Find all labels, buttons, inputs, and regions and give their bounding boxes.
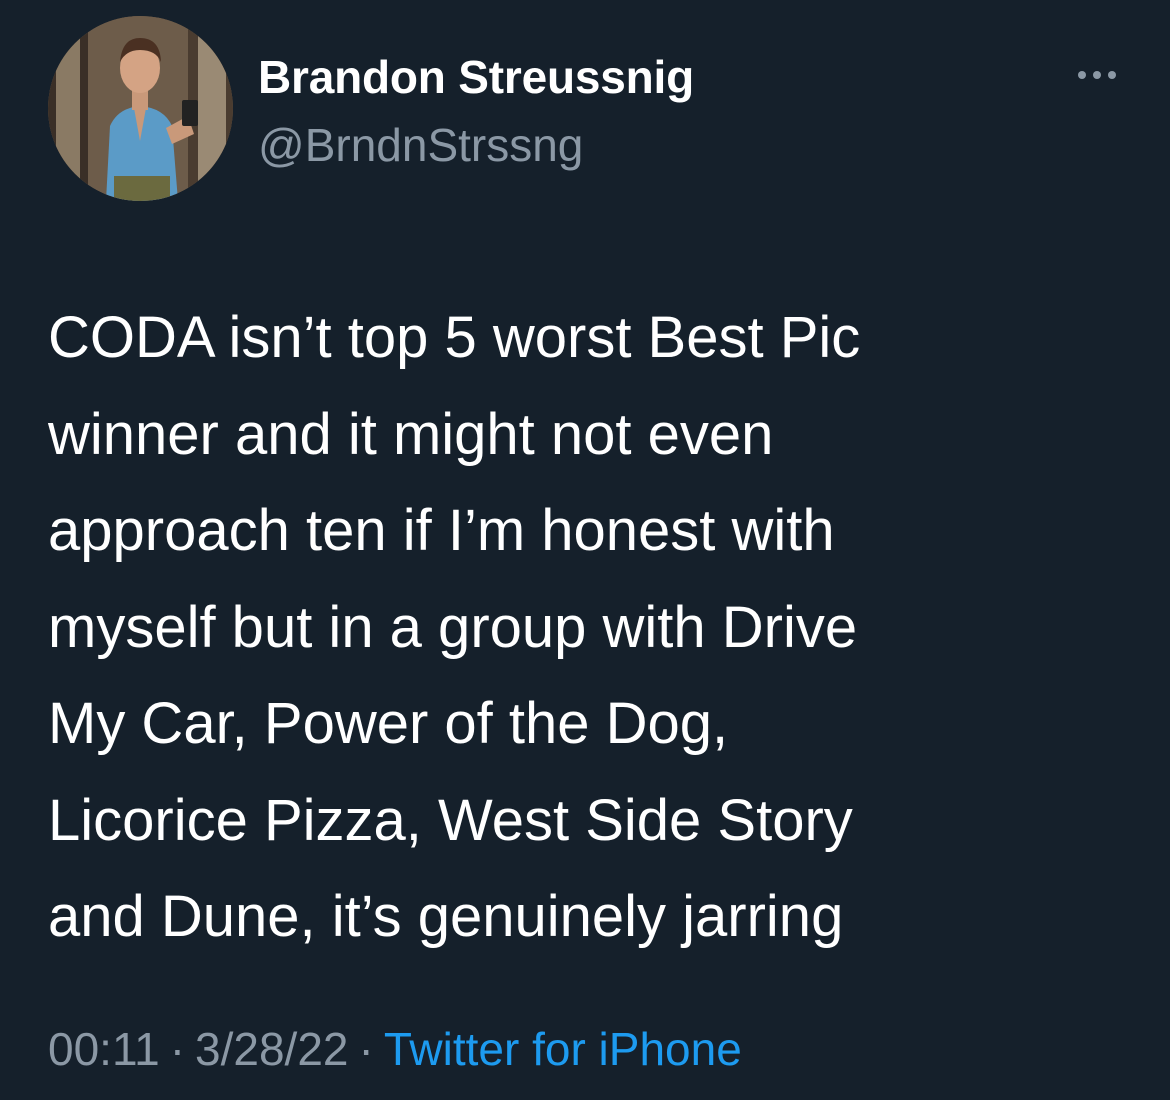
tweet-metadata: 00:11 · 3/28/22 · Twitter for iPhone (48, 1022, 742, 1076)
meta-separator: · (169, 1023, 186, 1075)
tweet-date[interactable]: 3/28/22 (195, 1023, 348, 1075)
meta-separator: · (358, 1023, 374, 1075)
tweet-time[interactable]: 00:11 (48, 1023, 160, 1075)
tweet-card: Brandon Streussnig @BrndnStrssng CODA is… (0, 0, 1170, 1100)
author-avatar[interactable] (48, 16, 233, 201)
author-handle[interactable]: @BrndnStrssng (258, 118, 583, 172)
tweet-source-link[interactable]: Twitter for iPhone (384, 1023, 742, 1075)
tweet-text: CODA isn’t top 5 worst Best Pic winner a… (48, 305, 861, 949)
more-horizontal-icon (1078, 71, 1116, 79)
more-options-button[interactable] (1072, 60, 1122, 90)
avatar-photo (48, 16, 233, 201)
author-display-name[interactable]: Brandon Streussnig (258, 50, 694, 104)
